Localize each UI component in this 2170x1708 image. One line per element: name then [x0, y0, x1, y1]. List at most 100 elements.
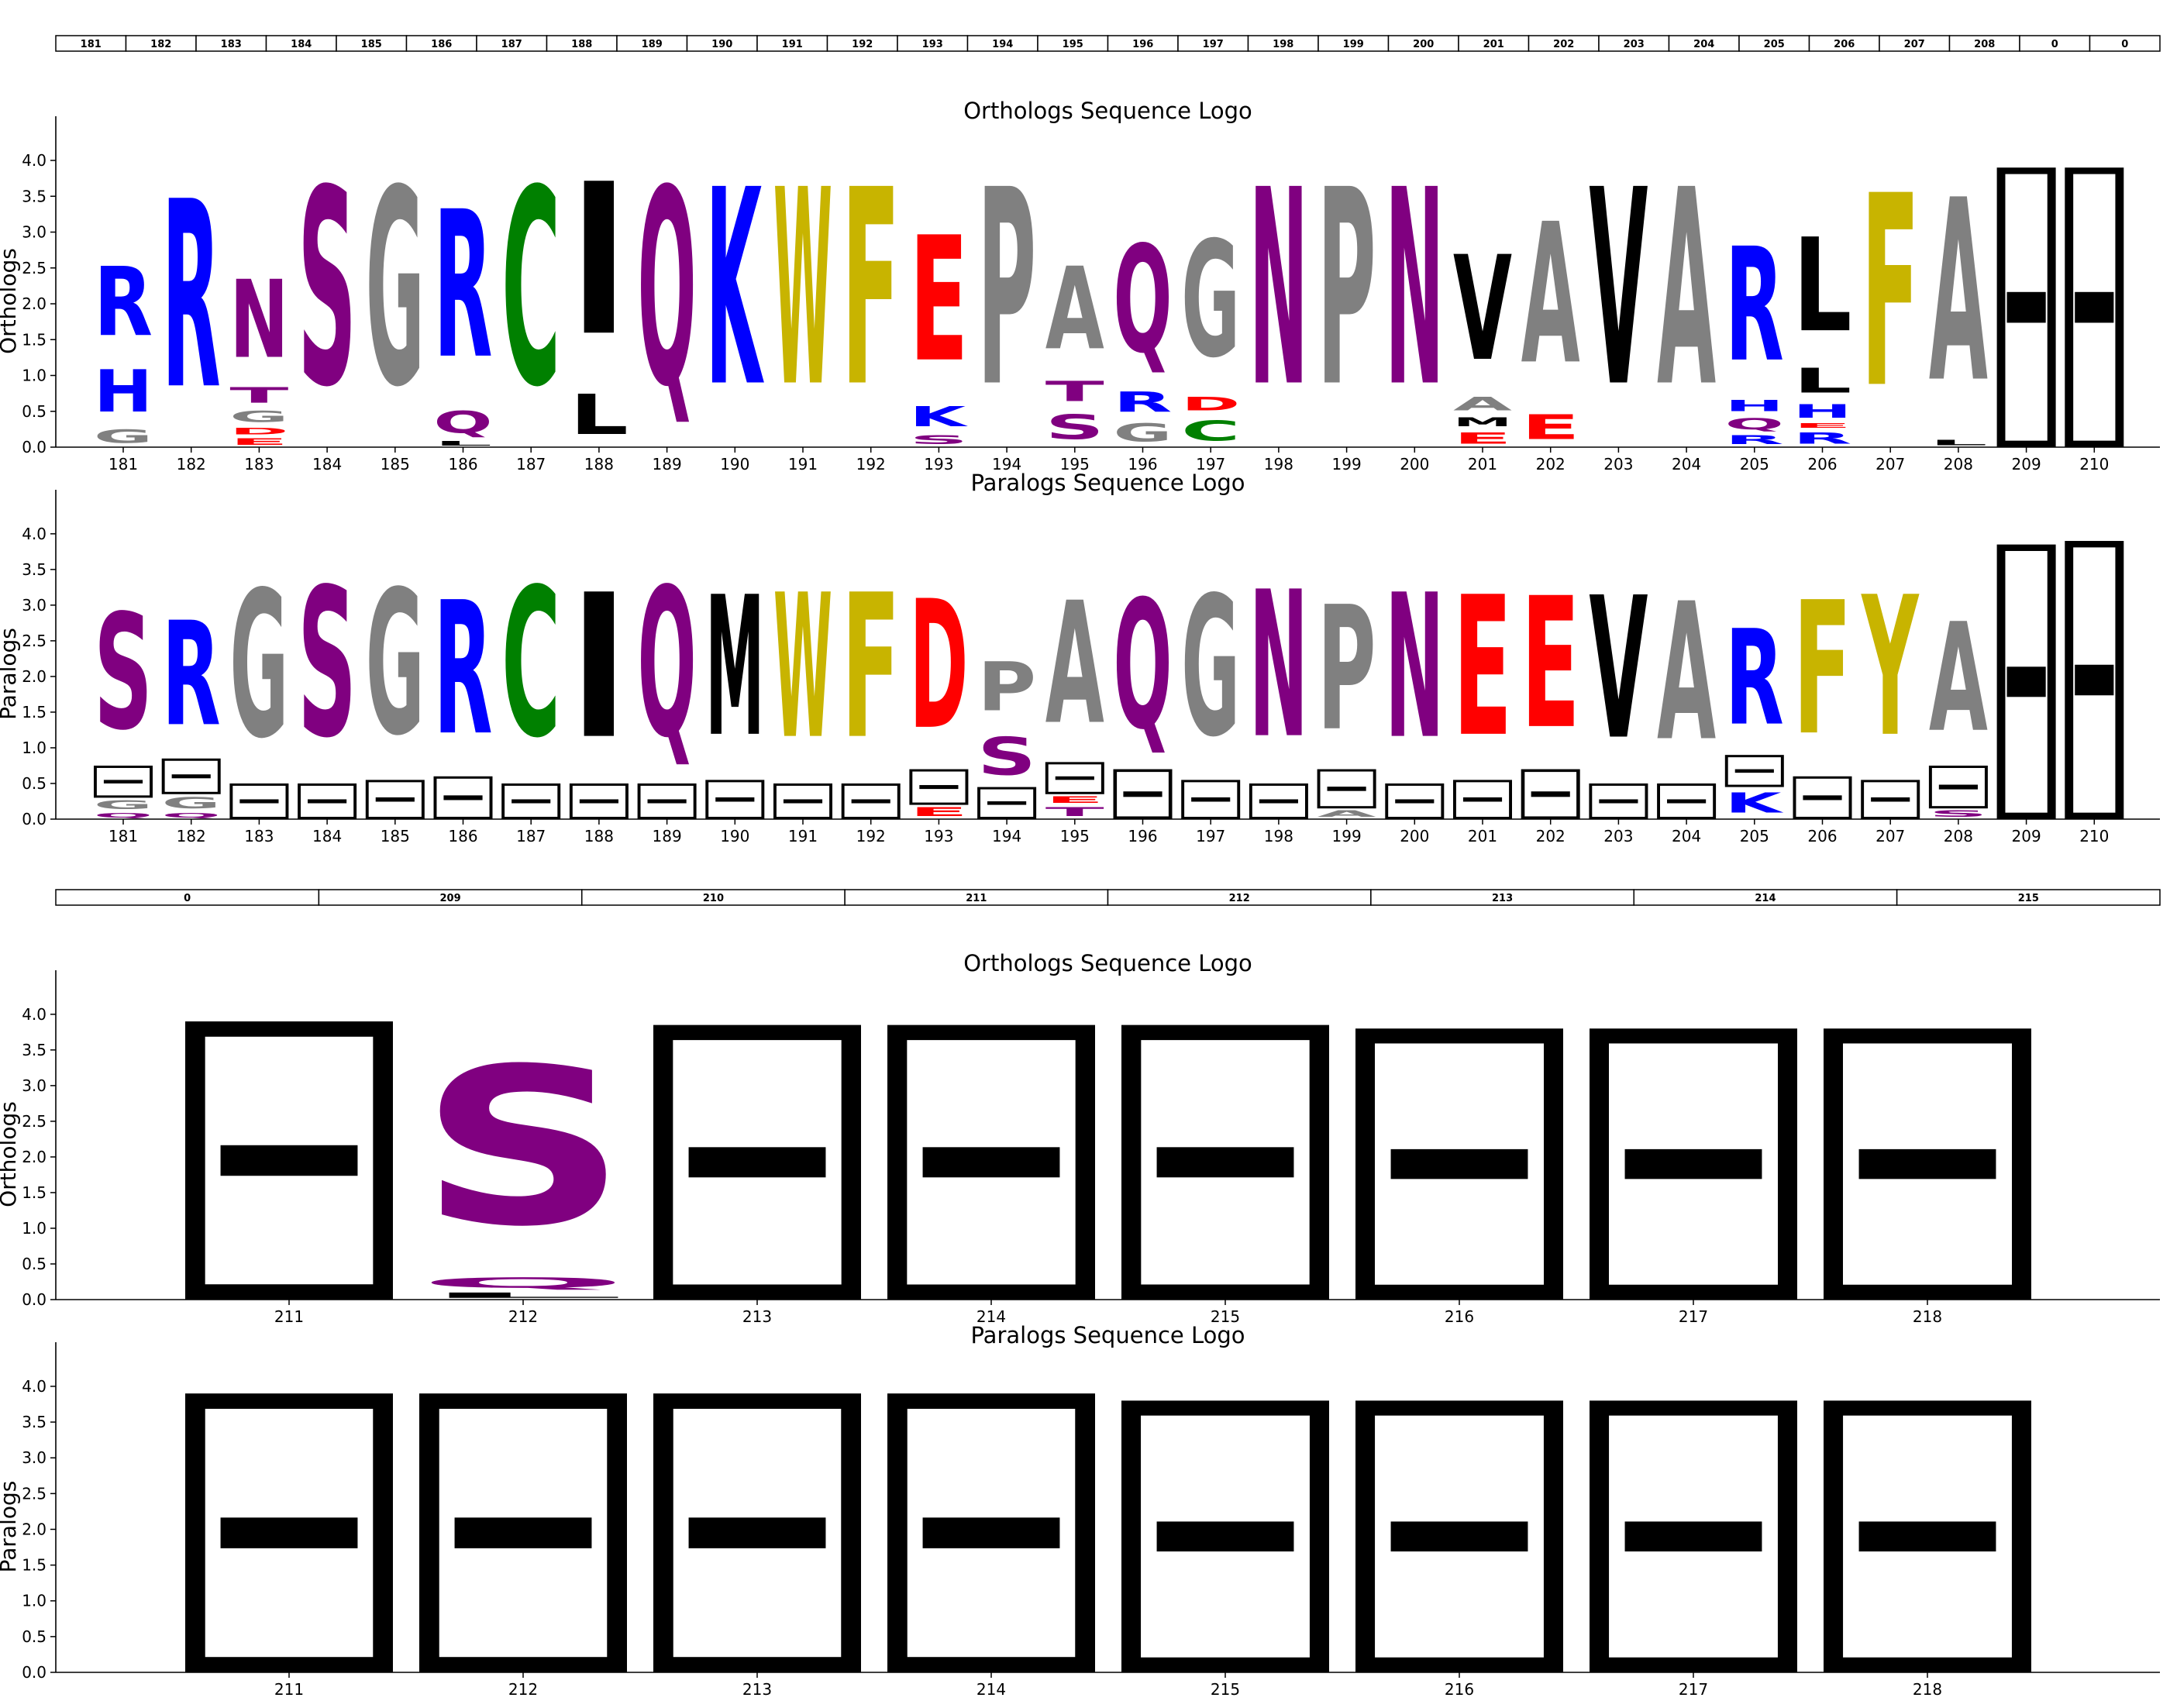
- logo-letter: R: [162, 591, 221, 758]
- logo-letter: A: [1657, 562, 1716, 783]
- y-tick-label: 4.0: [22, 151, 46, 170]
- y-axis-label: Paralogs: [0, 1481, 21, 1573]
- logo-column: P: [1318, 133, 1376, 446]
- sequence-logo-figure: 181 182 183 184 185 186 187 188 189 190 191 192 193 1…: [0, 35, 2161, 1699]
- logo-letter: Q: [1725, 415, 1784, 433]
- y-axis-label: Orthologs: [0, 1101, 21, 1207]
- y-tick-label: 2.0: [22, 1148, 46, 1166]
- logo-letter: I: [570, 552, 629, 783]
- chart-title: Orthologs Sequence Logo: [963, 98, 1252, 124]
- logo-column: [1590, 1028, 1797, 1300]
- logo-column: [2065, 167, 2124, 447]
- logo-letter: G: [1181, 556, 1240, 780]
- logo-column: W: [773, 553, 832, 819]
- logo-letter: T: [1045, 805, 1104, 819]
- y-tick-label: 0.0: [22, 1290, 46, 1309]
- logo-letter: N: [1385, 553, 1444, 783]
- logo-column: N: [1385, 133, 1444, 446]
- logo-letter: S: [298, 132, 356, 446]
- logo-letter: L: [1793, 212, 1852, 361]
- logo-letter: V: [1589, 133, 1648, 446]
- table-cell-label: 192: [852, 39, 873, 50]
- logo-letter: L: [419, 1291, 627, 1300]
- x-tick-label: 186: [448, 455, 477, 473]
- logo-column: I: [569, 552, 629, 819]
- table-cell-label: 182: [150, 39, 171, 50]
- logo-letter: M: [1453, 415, 1512, 429]
- logo-column: A: [1657, 133, 1716, 446]
- logo-letter: R: [434, 168, 493, 404]
- logo-column: W: [773, 133, 832, 447]
- logo-column: SP: [977, 648, 1037, 819]
- table-cell-label: 196: [1132, 39, 1153, 50]
- x-tick-label: 216: [1445, 1680, 1474, 1699]
- logo-column: SA: [1928, 592, 1988, 819]
- logo-letter: S: [94, 581, 153, 766]
- logo-column: F: [842, 132, 901, 446]
- logo-column: N: [1385, 553, 1445, 819]
- logo-column: [1824, 1028, 2031, 1300]
- logo-letter: N: [229, 257, 288, 383]
- x-tick-label: 204: [1672, 827, 1701, 845]
- logo-column: GRQ: [1114, 214, 1173, 447]
- x-tick-label: 193: [924, 827, 953, 845]
- x-tick-label: 208: [1944, 455, 1973, 473]
- logo-letter: H: [1725, 398, 1784, 415]
- x-tick-label: 187: [516, 827, 546, 845]
- logo-column: GHR: [94, 248, 153, 447]
- logo-column: [1355, 1400, 1563, 1672]
- logo-column: [419, 1393, 627, 1672]
- logo-column: LQR: [434, 168, 493, 447]
- x-tick-label: 200: [1400, 827, 1429, 845]
- logo-column: K: [705, 134, 764, 447]
- logo-column: QG R: [161, 591, 221, 819]
- logo-column: [185, 1393, 393, 1672]
- logo-letter: Q: [419, 1275, 627, 1291]
- x-tick-label: 181: [108, 827, 138, 845]
- logo-letter: G: [229, 549, 288, 783]
- logo-letter: L: [434, 440, 493, 447]
- logo-column: N: [1249, 548, 1308, 819]
- logo-letter: E: [1453, 429, 1512, 447]
- x-tick-label: 207: [1876, 827, 1905, 845]
- table-cell-label: 203: [1624, 39, 1645, 50]
- x-tick-label: 189: [653, 455, 682, 473]
- x-tick-label: 216: [1445, 1307, 1474, 1326]
- logo-letter: G: [162, 794, 221, 812]
- logo-letter: W: [773, 553, 832, 783]
- logo-column: TE A: [1045, 566, 1104, 819]
- y-tick-label: 1.0: [22, 739, 46, 757]
- x-tick-label: 202: [1536, 455, 1566, 473]
- y-tick-label: 2.5: [22, 1484, 46, 1503]
- logo-column: [887, 1024, 1095, 1300]
- logo-letter: G: [94, 425, 153, 447]
- logo-letter: Q: [638, 546, 697, 783]
- y-tick-label: 0.5: [22, 402, 46, 421]
- x-tick-label: 217: [1679, 1680, 1708, 1699]
- logo-letter: P: [977, 133, 1036, 446]
- x-tick-label: 205: [1740, 827, 1769, 845]
- table-cell-label: 213: [1492, 893, 1513, 904]
- logo-column: M: [705, 556, 765, 819]
- chart-title: Orthologs Sequence Logo: [963, 950, 1252, 976]
- table-cell-label: 211: [966, 893, 987, 904]
- logo-letter: Q: [1114, 563, 1173, 769]
- y-tick-label: 2.0: [22, 294, 46, 313]
- logo-letter: C: [501, 546, 560, 783]
- logo-letter: S: [909, 433, 968, 447]
- table-cell-label: 190: [711, 39, 732, 50]
- logo-column: QG S: [94, 581, 153, 819]
- logo-column: C: [501, 133, 560, 446]
- x-tick-label: 214: [976, 1680, 1006, 1699]
- table-cell-label: 193: [922, 39, 943, 50]
- y-tick-label: 3.0: [22, 1076, 46, 1095]
- logo-column: [1824, 1400, 2031, 1672]
- x-tick-label: 203: [1603, 827, 1633, 845]
- x-tick-label: 200: [1400, 455, 1429, 473]
- x-tick-label: 205: [1740, 455, 1769, 473]
- logo-letter: V: [1589, 557, 1648, 783]
- y-tick-label: 1.0: [22, 1219, 46, 1238]
- logo-column: LI: [570, 139, 629, 447]
- table-cell-label: 201: [1483, 39, 1504, 50]
- logo-letter: E: [1793, 422, 1852, 429]
